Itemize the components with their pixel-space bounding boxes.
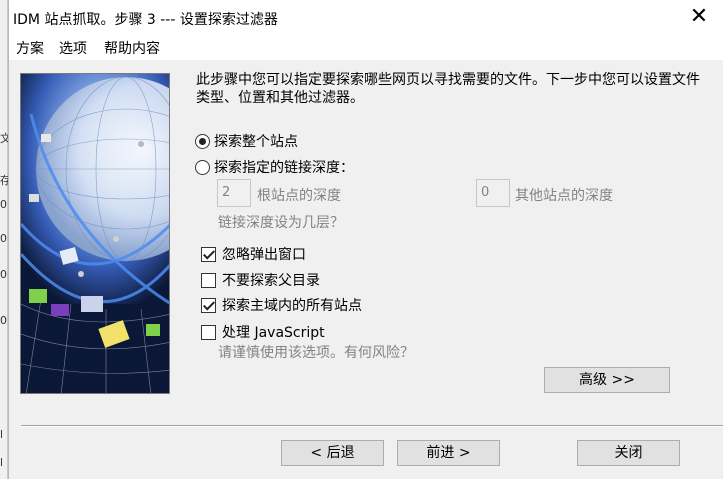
background-text: l — [0, 456, 4, 469]
window-title: IDM 站点抓取。步骤 3 --- 设置探索过滤器 — [13, 12, 278, 28]
javascript-risk-link[interactable]: 请谨慎使用该选项。有何风险？ — [218, 342, 414, 362]
checkbox-checked-icon — [201, 297, 216, 313]
other-depth-field[interactable]: 0 — [476, 179, 510, 207]
background-text: 0 — [0, 314, 7, 327]
radio-explore-entire-site[interactable]: 探索整个站点 — [195, 131, 298, 151]
next-button[interactable]: 前进 > — [397, 440, 500, 466]
footer-divider — [21, 425, 723, 427]
background-window: 文 存 0 0 0 0 l l — [0, 0, 11, 479]
advanced-button[interactable]: 高级 >> — [544, 367, 670, 393]
menu-item-plan[interactable]: 方案 — [13, 38, 47, 58]
checkbox-unchecked-icon — [201, 324, 216, 340]
site-grabber-dialog: IDM 站点抓取。步骤 3 --- 设置探索过滤器 ✕ 方案 选项 帮助内容 此… — [8, 0, 723, 479]
radio-label: 探索指定的链接深度： — [214, 160, 354, 176]
root-depth-label: 根站点的深度 — [257, 188, 341, 204]
background-text: 0 — [0, 268, 7, 281]
checkbox-checked-icon — [201, 246, 216, 262]
checkbox-process-javascript[interactable]: 处理 JavaScript — [201, 322, 325, 342]
menu-item-options[interactable]: 选项 — [56, 38, 90, 58]
back-button[interactable]: < 后退 — [281, 440, 384, 466]
checkbox-unchecked-icon — [201, 272, 216, 288]
depth-help-link[interactable]: 链接深度设为几层？ — [218, 212, 344, 232]
radio-label: 探索整个站点 — [214, 134, 298, 150]
radio-explore-link-depth[interactable]: 探索指定的链接深度： — [195, 157, 354, 177]
wizard-illustration — [20, 73, 170, 394]
title-bar: IDM 站点抓取。步骤 3 --- 设置探索过滤器 ✕ — [9, 0, 723, 36]
root-depth-field[interactable]: 2 — [217, 179, 251, 207]
globe-web-image — [21, 74, 169, 393]
step-description: 此步骤中您可以指定要探索哪些网页以寻找需要的文件。下一步中您可以设置文件类型、位… — [196, 72, 700, 106]
background-text: 0 — [0, 198, 7, 211]
background-text: l — [0, 428, 4, 441]
close-button[interactable]: 关闭 — [577, 440, 680, 466]
checkbox-all-sites-in-domain[interactable]: 探索主域内的所有站点 — [201, 295, 362, 315]
checkbox-label: 处理 JavaScript — [222, 325, 325, 341]
radio-unselected-icon — [195, 159, 210, 175]
checkbox-no-parent-dir[interactable]: 不要探索父目录 — [201, 270, 320, 290]
radio-selected-icon — [195, 133, 210, 149]
menu-item-help[interactable]: 帮助内容 — [101, 38, 163, 58]
menu-bar: 方案 选项 帮助内容 — [9, 36, 723, 60]
background-text: 0 — [0, 232, 7, 245]
checkbox-label: 不要探索父目录 — [222, 273, 320, 289]
close-icon[interactable]: ✕ — [686, 5, 712, 31]
other-depth-label: 其他站点的深度 — [515, 188, 613, 204]
checkbox-ignore-popups[interactable]: 忽略弹出窗口 — [201, 244, 306, 264]
checkbox-label: 忽略弹出窗口 — [222, 247, 306, 263]
checkbox-label: 探索主域内的所有站点 — [222, 298, 362, 314]
